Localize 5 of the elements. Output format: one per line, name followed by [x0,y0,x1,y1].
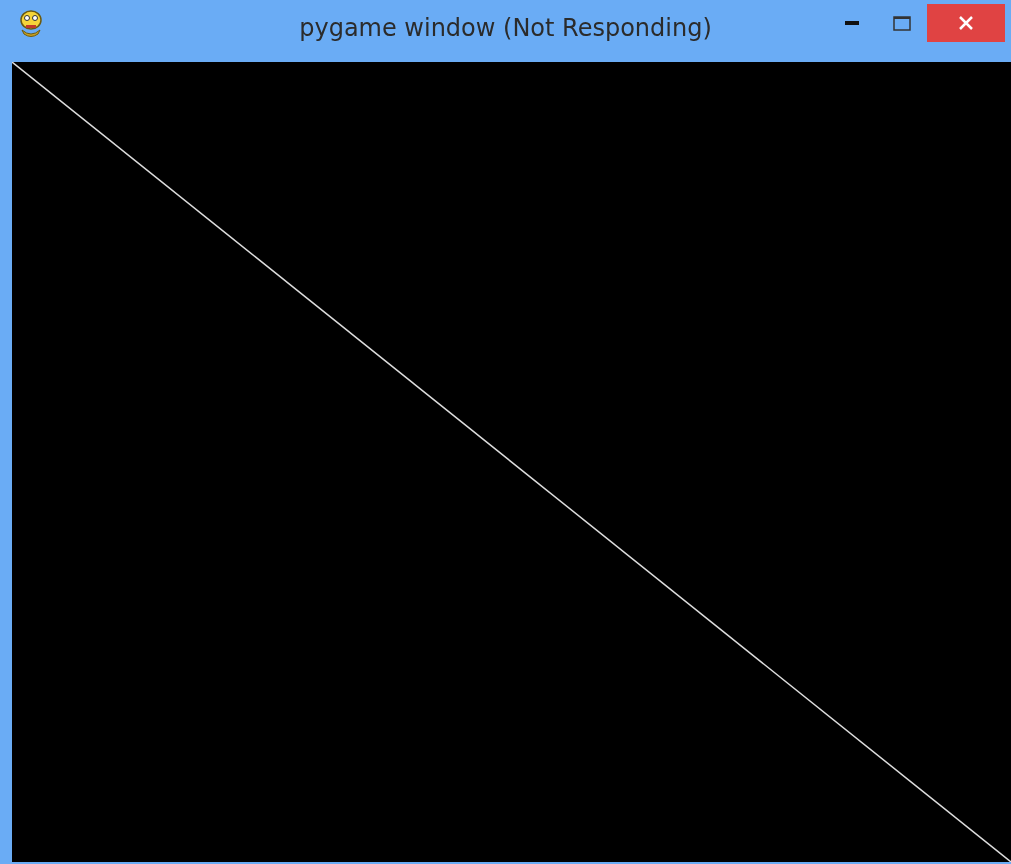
window-title: pygame window (Not Responding) [299,14,712,42]
minimize-icon [845,21,859,25]
close-icon [958,15,974,31]
maximize-icon [893,15,911,31]
close-button[interactable] [927,4,1005,42]
